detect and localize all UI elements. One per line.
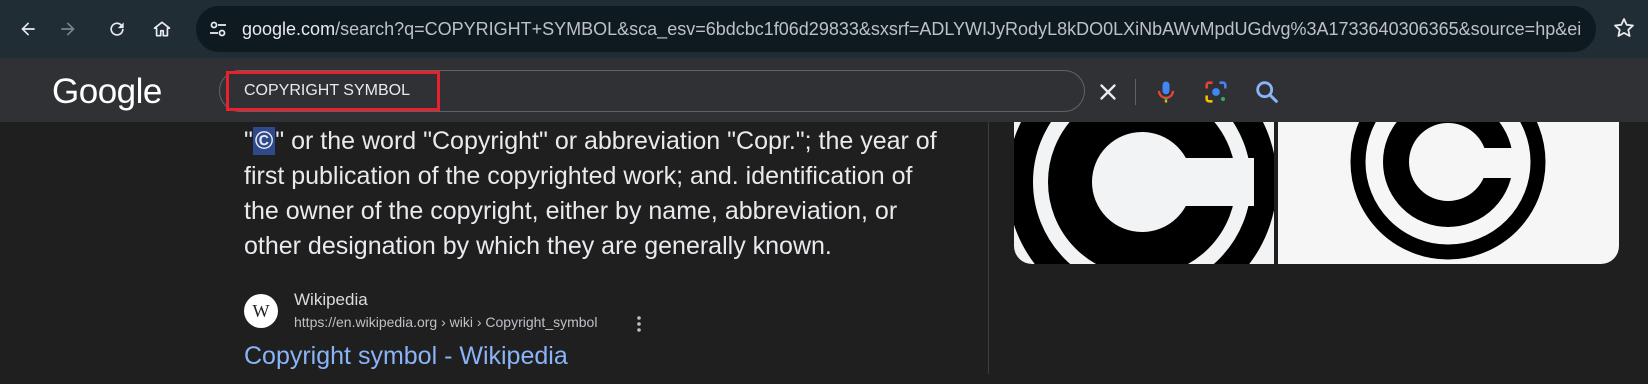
clear-icon[interactable]: [1095, 79, 1121, 105]
copyright-image-2[interactable]: [1278, 122, 1619, 264]
search-icon[interactable]: [1253, 78, 1281, 106]
url-host: google.com: [242, 19, 336, 39]
column-divider: [988, 122, 989, 374]
snippet-body: " or the word "Copyright" or abbreviatio…: [244, 127, 937, 260]
featured-snippet-text: "©" or the word "Copyright" or abbreviat…: [244, 124, 944, 264]
snippet-quote: ": [244, 127, 253, 155]
wikipedia-favicon[interactable]: W: [244, 294, 278, 328]
lens-icon[interactable]: [1202, 78, 1230, 106]
result-title-link[interactable]: Copyright symbol - Wikipedia: [244, 342, 568, 371]
copyright-symbol-image-2: [1350, 122, 1546, 260]
annotation-highlight-box: [226, 71, 440, 111]
more-options-icon[interactable]: [630, 314, 648, 334]
home-icon: [153, 21, 171, 37]
copyright-image-1[interactable]: [1014, 122, 1274, 264]
back-icon: [21, 22, 35, 36]
forward-icon: [61, 22, 75, 36]
mic-icon[interactable]: [1152, 78, 1180, 106]
forward-button[interactable]: [52, 13, 84, 45]
result-site-name[interactable]: Wikipedia: [294, 290, 368, 310]
bookmark-star-icon[interactable]: [1612, 16, 1636, 40]
site-info-icon[interactable]: [208, 19, 228, 39]
google-logo[interactable]: Google: [52, 72, 162, 112]
result-url[interactable]: https://en.wikipedia.org › wiki › Copyri…: [294, 314, 597, 330]
reload-icon: [110, 22, 124, 36]
address-bar[interactable]: google.com/search?q=COPYRIGHT+SYMBOL&sca…: [196, 6, 1596, 52]
back-button[interactable]: [12, 13, 44, 45]
copyright-symbol-selected[interactable]: ©: [252, 127, 276, 155]
url-path: /search?q=COPYRIGHT+SYMBOL&sca_esv=6bdcb…: [335, 19, 1582, 39]
url-text[interactable]: google.com/search?q=COPYRIGHT+SYMBOL&sca…: [242, 6, 1582, 52]
image-panel: [1014, 122, 1619, 264]
browser-toolbar: google.com/search?q=COPYRIGHT+SYMBOL&sca…: [0, 0, 1648, 58]
reload-button[interactable]: [101, 13, 133, 45]
copyright-symbol-image-1: [1014, 122, 1274, 264]
search-divider: [1135, 79, 1136, 105]
home-button[interactable]: [146, 13, 178, 45]
